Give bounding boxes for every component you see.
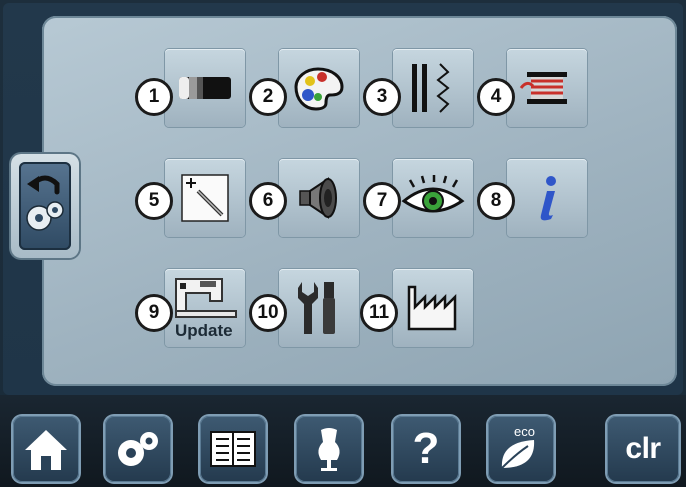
update-label: Update [175, 321, 233, 340]
tile-update[interactable]: Update [165, 269, 245, 347]
tile-number-1: 1 [135, 78, 173, 116]
tile-number-6: 6 [249, 182, 287, 220]
tile-number-3: 3 [363, 78, 401, 116]
tile-information[interactable] [507, 159, 587, 237]
color-palette-icon [294, 67, 344, 111]
setup-back-icon [19, 162, 71, 250]
eye-icon [401, 175, 465, 213]
factory-icon [407, 285, 457, 331]
clear-label: clr [625, 432, 661, 465]
setup-back-tab[interactable] [11, 154, 79, 258]
tile-number-10: 10 [249, 294, 287, 332]
tile-number-7: 7 [363, 182, 401, 220]
tile-factory-settings[interactable] [393, 269, 473, 347]
tile-number-9: 9 [135, 294, 173, 332]
info-icon [540, 176, 556, 221]
home-icon [25, 430, 67, 470]
tile-monitoring[interactable] [393, 159, 473, 237]
calibration-pen-icon [181, 174, 229, 222]
tile-bobbin-thread[interactable] [507, 49, 587, 127]
tile-number-8: 8 [477, 182, 515, 220]
eco-label: eco [514, 424, 535, 439]
help-button[interactable]: ? [393, 416, 459, 482]
stitch-settings-icon [412, 63, 450, 113]
tile-stitch-settings[interactable] [393, 49, 473, 127]
help-icon: ? [412, 424, 440, 473]
tutorial-book-icon [210, 431, 256, 467]
tile-number-4: 4 [477, 78, 515, 116]
eco-button[interactable]: eco [488, 416, 554, 482]
screen-contrast-icon [179, 77, 231, 99]
tile-audio[interactable] [279, 159, 359, 237]
service-tools-icon [298, 282, 335, 334]
setup-gears-icon [118, 432, 158, 466]
tile-calibration[interactable] [165, 159, 245, 237]
sewing-machine-setup-screen: 1 2 3 4 5 6 7 8 Update 9 10 11 ? eco clr [0, 0, 686, 487]
bobbin-thread-icon [519, 72, 567, 104]
tile-number-11: 11 [360, 294, 398, 332]
tile-color-palette[interactable] [279, 49, 359, 127]
clear-button[interactable]: clr [607, 416, 679, 482]
dress-form-icon [318, 428, 340, 471]
machine-update-icon [175, 278, 237, 318]
home-button[interactable] [13, 416, 79, 482]
sewing-consultant-button[interactable] [296, 416, 362, 482]
tile-service[interactable] [279, 269, 359, 347]
setup-button[interactable] [105, 416, 171, 482]
tile-number-2: 2 [249, 78, 287, 116]
speaker-icon [299, 177, 337, 219]
tutorial-button[interactable] [200, 416, 266, 482]
tile-number-5: 5 [135, 182, 173, 220]
tile-screen-contrast[interactable] [165, 49, 245, 127]
